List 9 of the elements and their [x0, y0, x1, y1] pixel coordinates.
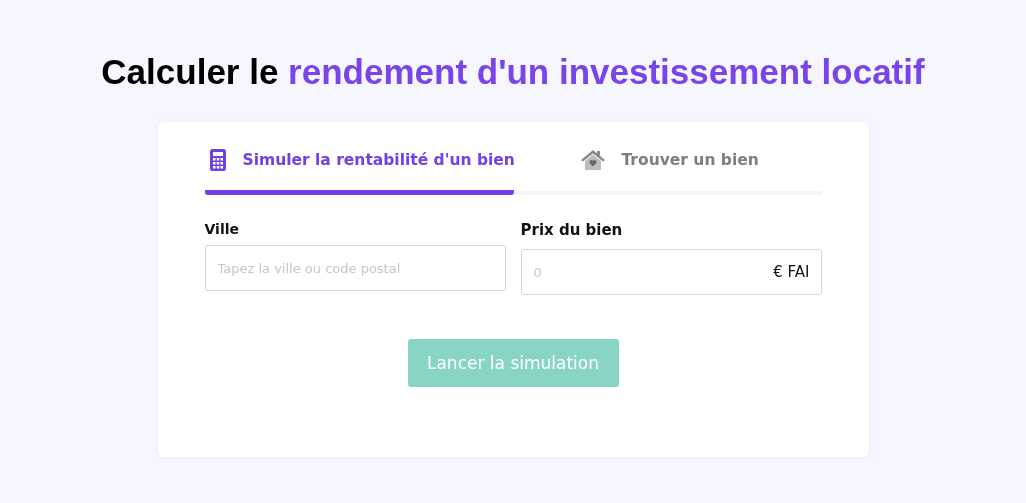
- tab[interactable]: Simuler la rentabilité d'un bien: [204, 136, 514, 195]
- house-icon: [579, 149, 606, 171]
- field-label: Prix du bien: [520, 221, 623, 239]
- tab[interactable]: Trouver un bien: [513, 136, 759, 195]
- currency-suffix: € FAI: [773, 263, 810, 281]
- input-field[interactable]: Tapez la ville ou code postal: [204, 245, 506, 291]
- field-label: Ville: [204, 221, 239, 237]
- page-title: Calculer le rendement d'un investissement locatif: [101, 51, 925, 93]
- calculator-icon: [208, 148, 227, 172]
